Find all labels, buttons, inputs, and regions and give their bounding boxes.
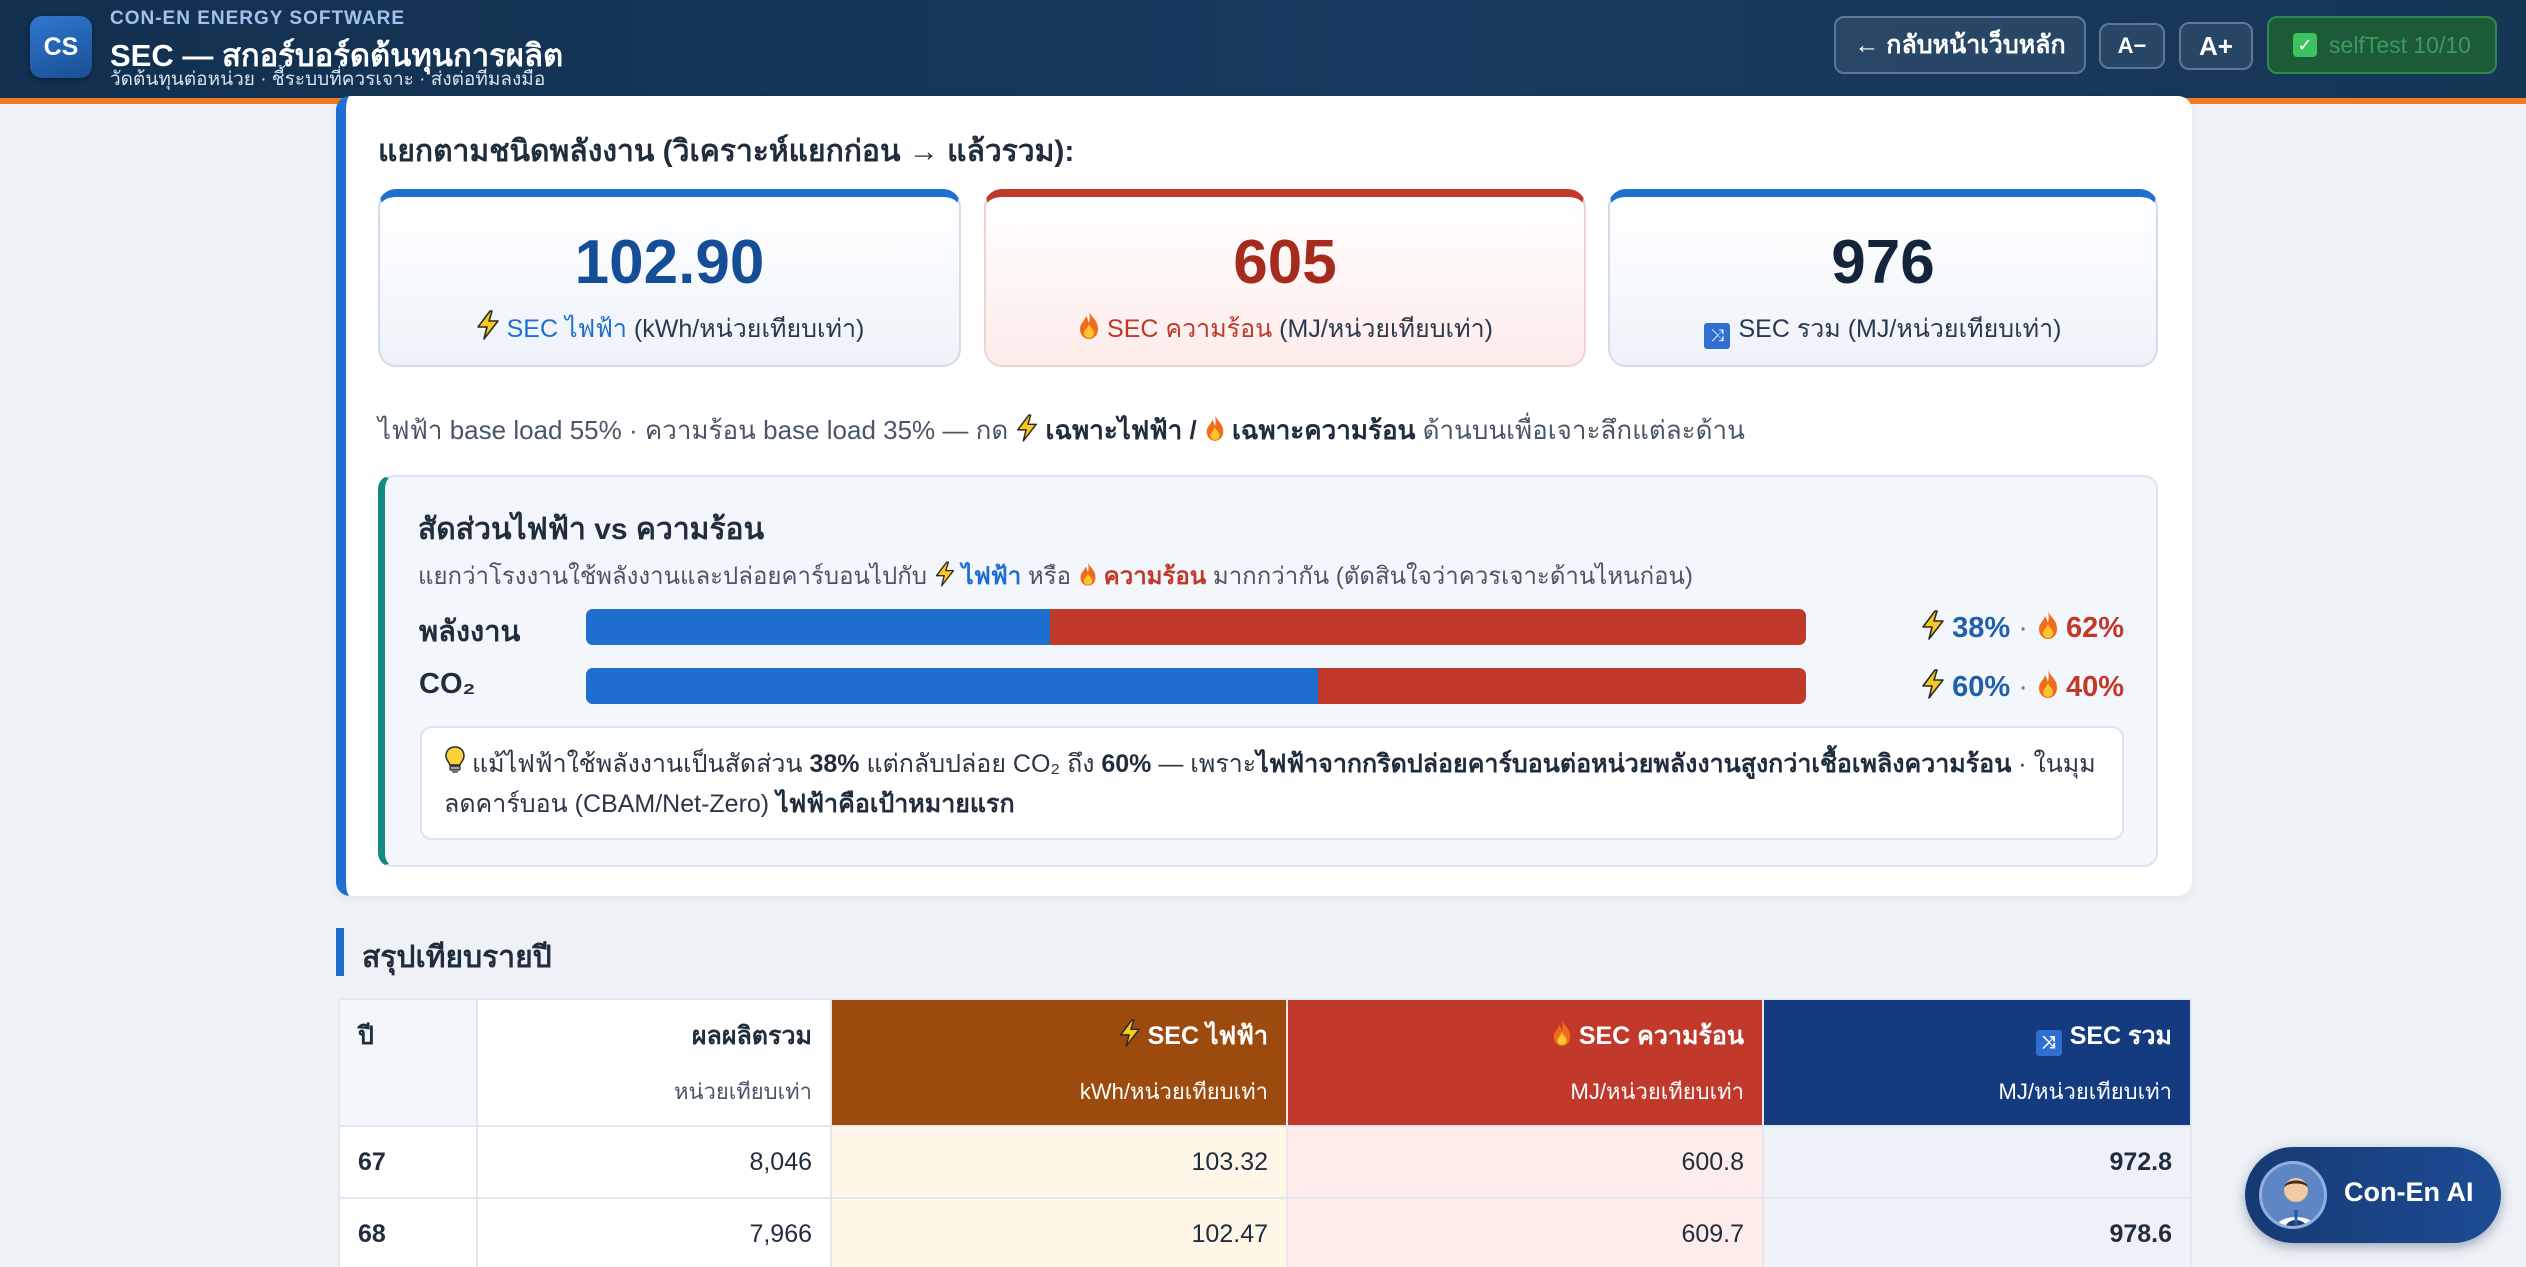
column-header-year[interactable]: ปี xyxy=(338,998,478,1127)
kpi-label: SEC ไฟฟ้า (kWh/หน่วยเทียบเท่า) xyxy=(380,309,959,349)
kpi-label: SEC ความร้อน (MJ/หน่วยเทียบเท่า) xyxy=(986,309,1584,349)
selftest-label: selfTest 10/10 xyxy=(2329,31,2471,58)
section-accent xyxy=(336,928,344,976)
energy-ratio-values: 38% · 62% xyxy=(1920,610,2124,645)
kpi-label: ⤨ SEC รวม (MJ/หน่วยเทียบเท่า) xyxy=(1610,309,2156,349)
fire-icon xyxy=(1206,415,1224,441)
energy-row-label: พลังงาน xyxy=(419,616,521,648)
cell-year: 67 xyxy=(338,1125,478,1199)
shuffle-icon: ⤨ xyxy=(1704,323,1731,349)
kpi-sec-total[interactable]: 976 ⤨ SEC รวม (MJ/หน่วยเทียบเท่า) xyxy=(1608,189,2158,367)
cell-production: 7,966 xyxy=(476,1197,832,1267)
page-subtitle: วัดต้นทุนต่อหน่วย · ชี้ระบบที่ควรเจาะ · … xyxy=(110,69,546,90)
yearly-summary-table: ปี ผลผลิตรวม หน่วยเทียบเท่า SEC ไฟฟ้า kWh/… xyxy=(338,998,2192,1267)
increase-font-button[interactable]: A+ xyxy=(2179,22,2253,70)
cell-sec-electric: 102.47 xyxy=(830,1197,1288,1267)
ai-assistant-button[interactable]: Con-En AI xyxy=(2245,1147,2501,1243)
co2-ratio-bar xyxy=(586,668,1806,704)
cell-production: 8,046 xyxy=(476,1125,832,1199)
cell-year: 68 xyxy=(338,1197,478,1267)
co2-electric-fill xyxy=(586,668,1318,704)
base-load-note: ไฟฟ้า base load 55% · ความร้อน base load… xyxy=(378,414,1745,445)
cell-sec-heat: 600.8 xyxy=(1286,1125,1764,1199)
kpi-value: 976 xyxy=(1831,228,1935,297)
lightning-icon xyxy=(935,561,954,587)
lightning-icon xyxy=(476,310,499,340)
fire-icon xyxy=(1080,311,1099,339)
energy-electric-fill xyxy=(586,609,1050,645)
decrease-font-button[interactable]: A− xyxy=(2099,23,2165,69)
fire-icon xyxy=(1080,562,1096,586)
column-header-sec-electric[interactable]: SEC ไฟฟ้า kWh/หน่วยเทียบเท่า xyxy=(830,998,1288,1127)
fire-icon xyxy=(2038,670,2057,698)
kpi-sec-heat[interactable]: 605 SEC ความร้อน (MJ/หน่วยเทียบเท่า) xyxy=(984,189,1586,367)
lightning-icon xyxy=(1922,669,1944,699)
ratio-title: สัดส่วนไฟฟ้า vs ความร้อน xyxy=(418,513,765,546)
cell-sec-total: 972.8 xyxy=(1762,1125,2192,1199)
brand-name: CON-EN ENERGY SOFTWARE xyxy=(110,8,406,29)
shuffle-icon: ⤨ xyxy=(2035,1030,2062,1056)
kpi-sec-electric[interactable]: 102.90 SEC ไฟฟ้า (kWh/หน่วยเทียบเท่า) xyxy=(378,189,961,367)
cell-sec-heat: 609.7 xyxy=(1286,1197,1764,1267)
app-header: CS CON-EN ENERGY SOFTWARE SEC — สกอร์บอร… xyxy=(0,0,2526,104)
energy-ratio-bar xyxy=(586,609,1806,645)
back-to-home-button[interactable]: ← กลับหน้าเว็บหลัก xyxy=(1834,16,2086,74)
lightning-icon xyxy=(1017,414,1038,442)
insight-box: แม้ไฟฟ้าใช้พลังงานเป็นสัดส่วน 38% แต่กลั… xyxy=(420,726,2124,840)
kpi-value: 102.90 xyxy=(574,228,765,297)
summary-title: สรุปเทียบรายปี xyxy=(362,941,552,974)
column-header-sec-total[interactable]: ⤨ SEC รวม MJ/หน่วยเทียบเท่า xyxy=(1762,998,2192,1127)
column-header-production[interactable]: ผลผลิตรวม หน่วยเทียบเท่า xyxy=(476,998,832,1127)
co2-ratio-values: 60% · 40% xyxy=(1920,669,2124,704)
lightbulb-icon xyxy=(445,746,465,773)
table-row: 67 8,046 103.32 600.8 972.8 xyxy=(338,1125,2192,1199)
lightning-icon xyxy=(1922,610,1944,640)
co2-row-label: CO₂ xyxy=(419,668,476,700)
cell-sec-total: 978.6 xyxy=(1762,1197,2192,1267)
check-icon: ✓ xyxy=(2293,33,2318,57)
table-header-row: ปี ผลผลิตรวม หน่วยเทียบเท่า SEC ไฟฟ้า kWh/… xyxy=(338,998,2192,1127)
app-logo[interactable]: CS xyxy=(30,16,92,78)
selftest-button[interactable]: ✓ selfTest 10/10 xyxy=(2267,16,2497,74)
kpi-value: 605 xyxy=(1233,228,1337,297)
cell-sec-electric: 103.32 xyxy=(830,1125,1288,1199)
assistant-label: Con-En AI xyxy=(2344,1177,2474,1207)
ratio-description: แยกว่าโรงงานใช้พลังงานและปล่อยคาร์บอนไปก… xyxy=(418,561,1693,590)
fire-icon xyxy=(2038,611,2057,639)
breakdown-heading: แยกตามชนิดพลังงาน (วิเคราะห์แยกก่อน → แล… xyxy=(378,135,1075,168)
column-header-sec-heat[interactable]: SEC ความร้อน MJ/หน่วยเทียบเท่า xyxy=(1286,998,1764,1127)
assistant-avatar xyxy=(2259,1161,2327,1229)
lightning-icon xyxy=(1119,1019,1140,1047)
fire-icon xyxy=(1553,1020,1571,1046)
table-row: 68 7,966 102.47 609.7 978.6 xyxy=(338,1197,2192,1267)
